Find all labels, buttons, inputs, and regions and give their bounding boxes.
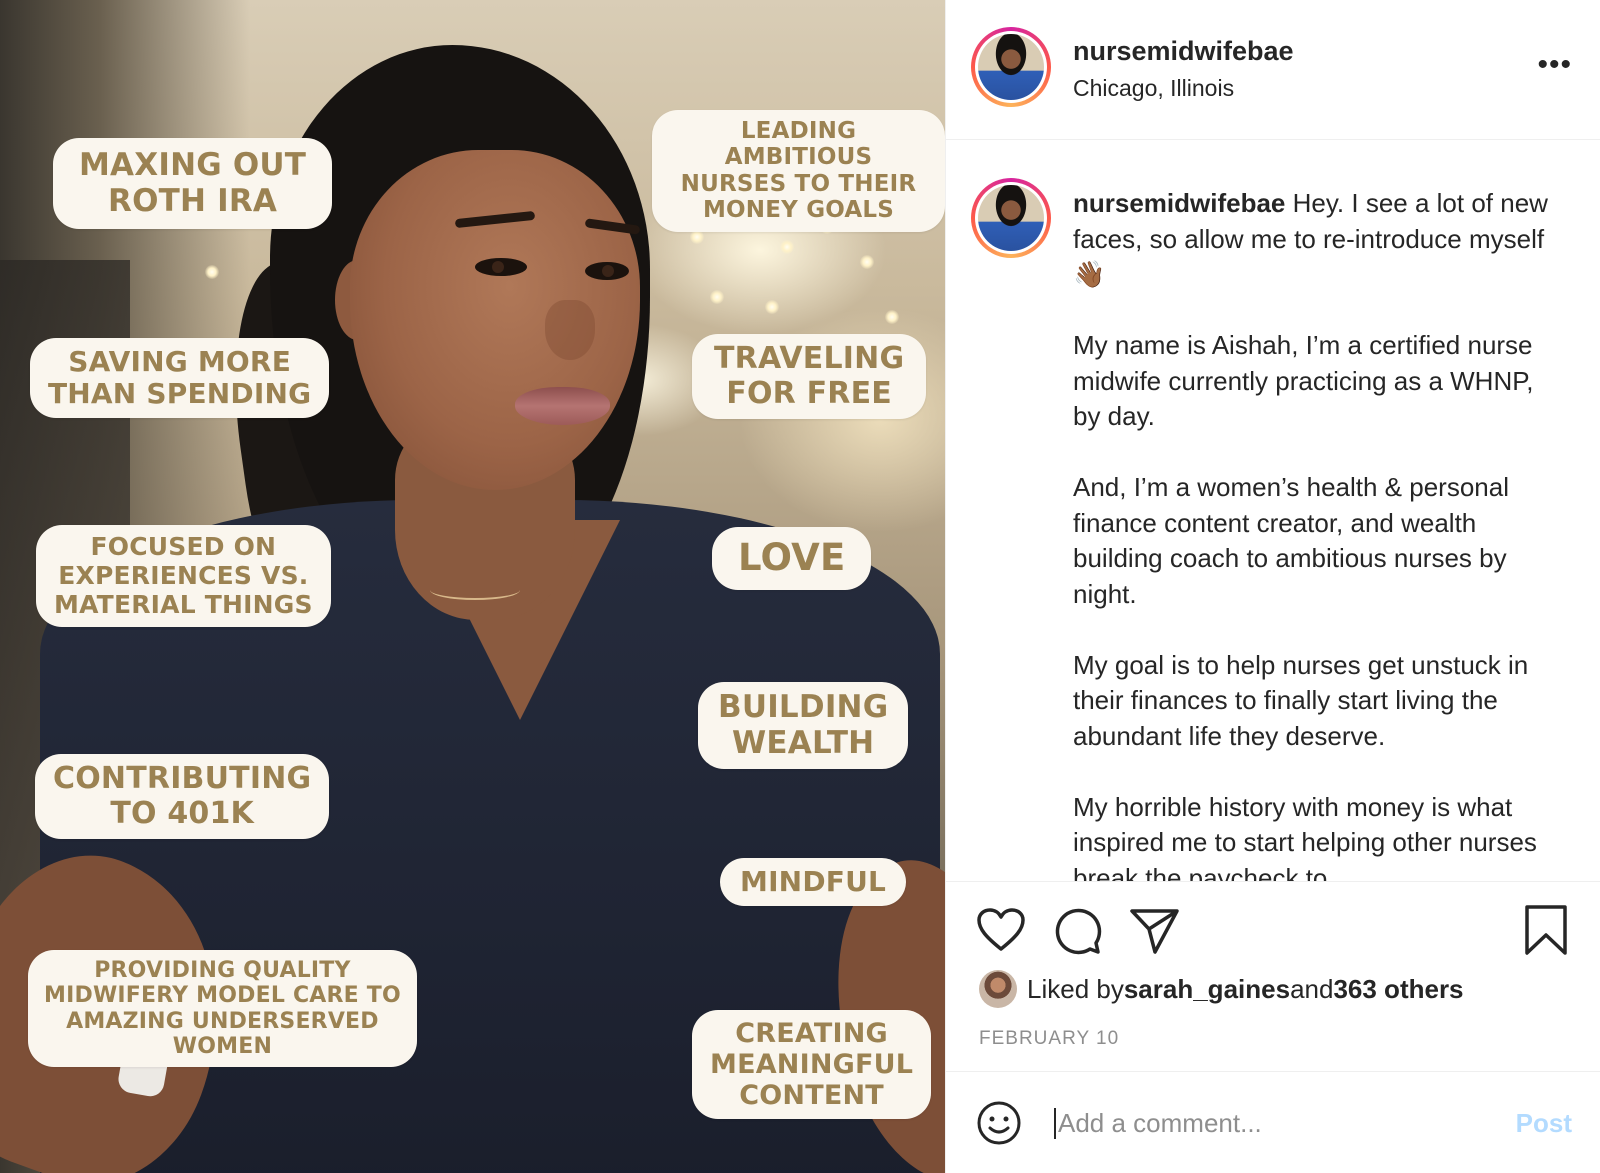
likes-summary[interactable]: Liked by sarah_gaines and 363 others bbox=[979, 970, 1464, 1008]
sticker-maxing-out: MAXING OUT ROTH IRA bbox=[53, 138, 333, 230]
comment-bar: Post bbox=[946, 1071, 1600, 1173]
likes-others[interactable]: 363 others bbox=[1333, 974, 1463, 1005]
sticker-focused: FOCUSED ON EXPERIENCES VS. MATERIAL THINGS bbox=[36, 525, 331, 628]
likes-mid: and bbox=[1290, 973, 1334, 1004]
liker-username[interactable]: sarah_gaines bbox=[1124, 974, 1290, 1005]
share-icon[interactable] bbox=[1129, 907, 1181, 960]
light-bulb bbox=[690, 230, 704, 244]
light-bulb bbox=[205, 265, 219, 279]
caption-username[interactable]: nursemidwifebae bbox=[1073, 188, 1285, 218]
profile-avatar[interactable] bbox=[971, 27, 1051, 107]
post-button[interactable]: Post bbox=[1516, 1108, 1572, 1139]
emoji-icon[interactable] bbox=[976, 1100, 1022, 1151]
bookmark-icon[interactable] bbox=[1524, 904, 1568, 961]
sticker-contributing: CONTRIBUTING TO 401K bbox=[35, 754, 330, 839]
caption-avatar[interactable] bbox=[971, 178, 1051, 258]
light-bulb bbox=[860, 255, 874, 269]
sticker-traveling: TRAVELING FOR FREE bbox=[692, 334, 927, 419]
header-username[interactable]: nursemidwifebae bbox=[1073, 36, 1294, 67]
sticker-saving: SAVING MORE THAN SPENDING bbox=[30, 338, 330, 419]
caption-paragraph: And, I’m a women’s health & personal fin… bbox=[1073, 472, 1509, 609]
more-horizontal-icon[interactable]: ••• bbox=[1537, 50, 1572, 80]
caption-paragraph: My goal is to help nurses get unstuck in… bbox=[1073, 649, 1529, 751]
avatar-image bbox=[978, 185, 1044, 251]
light-bulb bbox=[765, 300, 779, 314]
sticker-providing: PROVIDING QUALITY MIDWIFERY MODEL CARE TO… bbox=[28, 950, 417, 1068]
caption-scroll-area[interactable]: nursemidwifebae Hey. I see a lot of new … bbox=[946, 141, 1600, 881]
comment-input[interactable] bbox=[1054, 1108, 1474, 1139]
avatar-image bbox=[978, 34, 1044, 100]
comment-icon[interactable] bbox=[1052, 907, 1102, 960]
person-necklace bbox=[430, 580, 520, 600]
post-sidebar: nursemidwifebae Chicago, Illinois ••• nu… bbox=[945, 0, 1600, 1173]
sticker-mindful: MINDFUL bbox=[720, 858, 907, 907]
post-header: nursemidwifebae Chicago, Illinois ••• bbox=[946, 0, 1600, 140]
post-caption: nursemidwifebae Hey. I see a lot of new … bbox=[1073, 186, 1563, 881]
caption-first-paragraph: nursemidwifebae Hey. I see a lot of new … bbox=[1073, 186, 1563, 293]
sticker-building: BUILDING WEALTH bbox=[698, 682, 909, 770]
person-eye bbox=[475, 258, 527, 276]
person-eye bbox=[585, 262, 629, 280]
light-bulb bbox=[710, 290, 724, 304]
sticker-creating: CREATING MEANINGFUL CONTENT bbox=[692, 1010, 932, 1120]
heart-icon[interactable] bbox=[976, 907, 1026, 958]
liker-avatar[interactable] bbox=[979, 970, 1017, 1008]
caption-paragraph: My name is Aishah, I’m a certified nurse… bbox=[1073, 330, 1534, 431]
light-bulb bbox=[780, 240, 794, 254]
post-date[interactable]: FEBRUARY 10 bbox=[979, 1028, 1119, 1050]
likes-prefix: Liked by bbox=[1027, 973, 1124, 1004]
person-lips bbox=[515, 387, 610, 425]
post-actions: Liked by sarah_gaines and 363 others FEB… bbox=[946, 881, 1600, 1071]
sticker-love: LOVE bbox=[712, 527, 872, 590]
sticker-leading: LEADING AMBITIOUS NURSES TO THEIR MONEY GO… bbox=[652, 110, 945, 232]
light-bulb bbox=[885, 310, 899, 324]
instagram-post-view: MAXING OUT ROTH IRA LEADING AMBITIOUS NURS… bbox=[0, 0, 1600, 1173]
person-nose bbox=[545, 300, 595, 360]
header-location[interactable]: Chicago, Illinois bbox=[1073, 75, 1234, 102]
post-photo[interactable]: MAXING OUT ROTH IRA LEADING AMBITIOUS NURS… bbox=[0, 0, 945, 1173]
caption-paragraph: My horrible history with money is what i… bbox=[1073, 791, 1537, 882]
